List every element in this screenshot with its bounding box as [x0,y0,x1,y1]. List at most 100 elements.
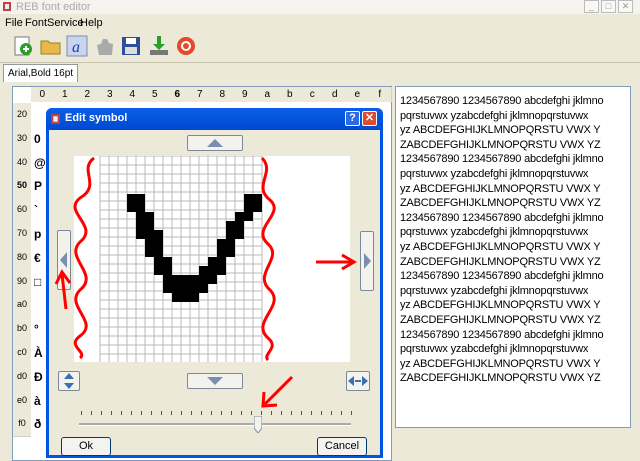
column-header: 5 [143,87,167,102]
glyph-pixel [127,203,136,212]
font-icon[interactable]: a [66,35,88,57]
column-header: 6 [166,87,190,102]
sample-line: 1234567890 1234567890 abcdefghi jklmno [400,211,604,224]
dialog-help-button[interactable]: ? [345,111,360,126]
app-icon [3,2,11,11]
grid-cell-char[interactable]: 0 [34,132,41,146]
grid-cell-char[interactable]: Ð [34,370,43,384]
glyph-pixel [244,203,253,212]
row-header: c0 [13,341,31,366]
new-icon[interactable] [12,35,34,57]
glyph-pixel [172,275,181,284]
shift-left-button[interactable] [57,230,71,290]
glyph-pixel [136,221,145,230]
swap-horizontal-button[interactable] [346,371,370,391]
window-titlebar: REB font editor _ □ ✕ [0,0,640,14]
arrow-up-icon [207,139,223,147]
open-icon[interactable] [40,35,62,57]
shift-right-button[interactable] [360,231,374,291]
column-header: f [368,87,392,102]
grid-cell-char[interactable]: @ [34,156,46,170]
glyph-pixel [235,230,244,239]
minimize-button[interactable]: _ [584,0,599,13]
row-header: e0 [13,388,31,414]
menu-service[interactable]: Service [47,17,84,29]
close-window-button[interactable]: ✕ [618,0,633,13]
menu-help[interactable]: Help [80,17,103,29]
row-header: 40 [13,150,31,176]
sample-line: yz ABCDEFGHIJKLMNOPQRSTU VWX Y [400,124,601,137]
glyph-pixel [145,212,154,221]
grid-cell-char[interactable]: à [34,394,41,408]
glyph-pixel [217,257,226,266]
glyph-pixel [145,221,154,230]
grid-cell-char[interactable]: ° [34,322,39,336]
grid-cell-char[interactable]: p [34,227,41,241]
toolbar: a [0,32,640,63]
maximize-button[interactable]: □ [601,0,616,13]
row-header: b0 [13,317,31,342]
glyph-pixel [235,221,244,230]
row-header: 60 [13,198,31,223]
sample-line: pqrstuvwx yzabcdefghi jklmnopqrstuvwx [400,109,589,122]
cancel-button[interactable]: Cancel [317,437,367,456]
glyph-pixel [208,275,217,284]
glyph-pixel [154,257,163,266]
save-icon[interactable] [120,35,142,57]
export-icon[interactable] [148,35,170,57]
arrow-right-icon [364,253,371,269]
glyph-pixel [163,284,172,293]
glyph-pixel [217,239,226,248]
glyph-pixel [145,248,154,257]
glyph-pixel [199,266,208,275]
glyph-pixel [217,266,226,275]
glyph-pixel [127,194,136,203]
grid-cell-char[interactable]: □ [34,275,41,289]
arrow-down-icon [207,377,223,385]
glyph-pixel [244,194,253,203]
glyph-canvas[interactable] [74,155,350,364]
row-header: 50 [13,174,31,200]
column-header: 7 [188,87,212,102]
shift-down-button[interactable] [187,373,243,389]
grid-cell-char[interactable]: € [34,251,41,265]
glyph-pixel [154,239,163,248]
glyph-pixel [154,266,163,275]
hand-icon[interactable] [94,35,116,57]
sample-line: 1234567890 1234567890 abcdefghi jklmno [400,153,604,166]
svg-text:a: a [72,39,80,56]
sample-line: pqrstuvwx yzabcdefghi jklmnopqrstuvwx [400,343,589,356]
ok-button[interactable]: Ok [61,437,111,456]
tab-font[interactable]: Arial,Bold 16pt [3,64,79,82]
grid-cell-char[interactable]: ð [34,417,41,431]
dialog-body: Ok Cancel [49,130,380,456]
slider-thumb[interactable] [254,416,262,433]
row-header: f0 [13,412,31,438]
row-header: a0 [13,293,31,319]
shift-up-button[interactable] [187,135,243,151]
width-slider[interactable] [79,423,351,426]
font-tabs: Arial,Bold 16pt [0,63,640,82]
glyph-pixel [199,275,208,284]
menu-file[interactable]: File [5,17,23,29]
grid-cell-char[interactable]: ` [34,203,38,217]
swap-vertical-button[interactable] [58,371,80,391]
sample-text-pane: 1234567890 1234567890 abcdefghi jklmno pq… [395,86,631,428]
grid-cell-char[interactable]: À [34,346,43,360]
column-header: 1 [53,87,77,102]
glyph-pixel [181,284,190,293]
glyph-pixel-grid[interactable] [74,155,350,364]
glyph-pixel [163,257,172,266]
sample-line: pqrstuvwx yzabcdefghi jklmnopqrstuvwx [400,226,589,239]
sample-line: yz ABCDEFGHIJKLMNOPQRSTU VWX Y [400,240,601,253]
grid-cell-char[interactable]: P [34,179,42,193]
dialog-close-button[interactable]: ✕ [362,111,377,126]
glyph-pixel [190,284,199,293]
sample-line: yz ABCDEFGHIJKLMNOPQRSTU VWX Y [400,357,601,370]
glyph-pixel [235,212,244,221]
help-icon[interactable] [175,35,197,57]
menu-font[interactable]: Font [25,17,47,29]
sample-line: ZABCDEFGHIJKLMNOPQRSTU VWX YZ [400,138,601,151]
glyph-pixel [244,212,253,221]
column-header: c [301,87,325,102]
